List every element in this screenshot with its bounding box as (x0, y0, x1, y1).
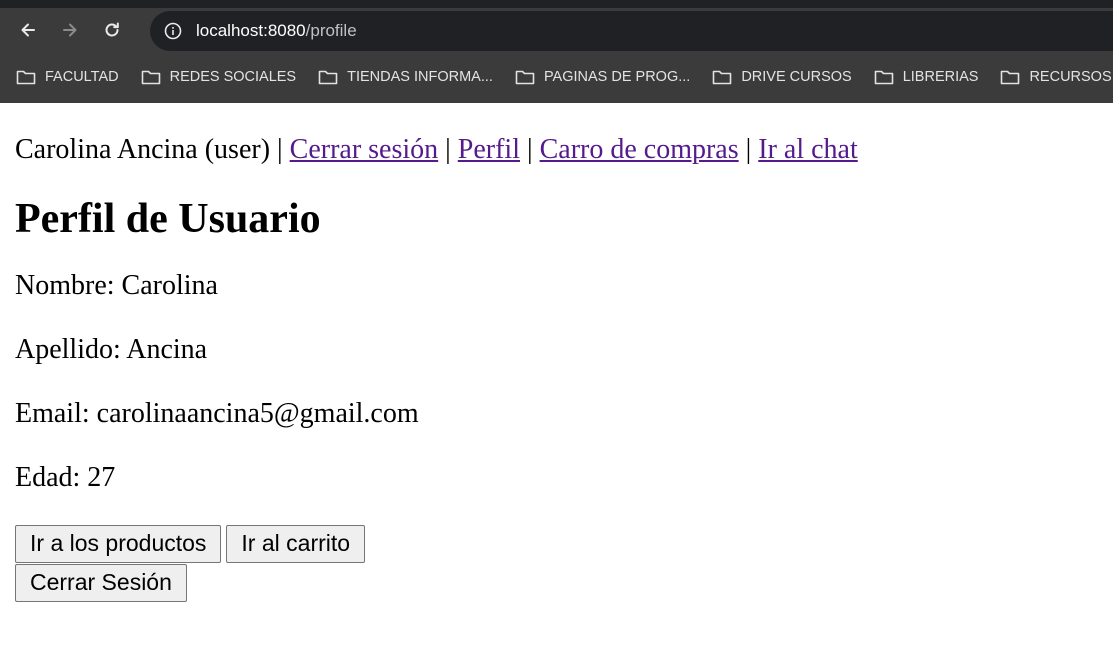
folder-icon (16, 70, 36, 85)
arrow-right-icon (63, 23, 77, 37)
folder-icon (1001, 70, 1020, 85)
top-nav: Carolina Ancina (user) | Cerrar sesión |… (15, 133, 1098, 167)
profile-link[interactable]: Perfil (458, 134, 520, 165)
logout-button[interactable]: Cerrar Sesión (15, 564, 187, 602)
bookmark-folder[interactable]: DRIVE CURSOS (712, 69, 852, 85)
bookmark-label: REDES SOCIALES (169, 69, 297, 85)
bookmark-folder[interactable]: FACULTAD (16, 69, 119, 85)
tab-strip (0, 0, 1113, 8)
go-to-products-button[interactable]: Ir a los productos (15, 525, 222, 563)
bookmarks-bar: FACULTAD REDES SOCIALES TIENDAS INFORMA.… (0, 61, 1113, 93)
cart-link[interactable]: Carro de compras (540, 134, 739, 165)
profile-nombre: Nombre: Carolina (15, 270, 218, 301)
profile-apellido: Apellido: Ancina (15, 334, 208, 365)
folder-icon (318, 70, 338, 85)
page-title: Perfil de Usuario (15, 196, 321, 242)
url-text[interactable]: localhost:8080/profile (196, 21, 357, 41)
page-content: Carolina Ancina (user) | Cerrar sesión |… (0, 133, 1113, 602)
address-bar[interactable]: localhost:8080/profile (150, 11, 1113, 51)
bookmark-label: TIENDAS INFORMA... (347, 69, 493, 85)
folder-icon (141, 70, 160, 85)
arrow-left-icon (21, 23, 35, 37)
chat-link[interactable]: Ir al chat (758, 134, 858, 165)
nav-separator: | (445, 134, 451, 165)
bookmark-folder[interactable]: TIENDAS INFORMA... (318, 69, 493, 85)
button-row: Ir a los productos Ir al carrito (15, 525, 1098, 563)
nav-separator: | (526, 134, 533, 165)
bookmark-label: DRIVE CURSOS (741, 69, 852, 85)
back-button[interactable] (10, 12, 46, 48)
bookmark-label: FACULTAD (45, 69, 119, 85)
browser-chrome: localhost:8080/profile FACULTAD REDES SO… (0, 0, 1113, 103)
nav-separator: | (745, 134, 752, 165)
reload-icon (105, 22, 119, 37)
bookmark-label: PAGINAS DE PROG... (543, 69, 691, 85)
bookmark-folder[interactable]: RECURSOS WEB (1000, 69, 1113, 85)
bookmark-folder[interactable]: PAGINAS DE PROG... (515, 69, 690, 85)
forward-button[interactable] (52, 12, 88, 48)
bookmark-folder[interactable]: REDES SOCIALES (141, 69, 297, 85)
site-info-icon[interactable] (162, 20, 184, 42)
folder-icon (874, 70, 894, 85)
nav-separator: | (277, 134, 283, 165)
profile-email: Email: carolinaancina5@gmail.com (15, 398, 419, 429)
logout-link[interactable]: Cerrar sesión (290, 134, 439, 165)
bookmark-label: RECURSOS WEB (1029, 69, 1113, 85)
folder-icon (713, 70, 732, 85)
button-row: Cerrar Sesión (15, 564, 1098, 602)
profile-edad: Edad: 27 (15, 462, 116, 493)
folder-icon (515, 70, 535, 85)
url-path: /profile (305, 21, 357, 40)
bookmark-label: LIBRERIAS (902, 69, 979, 85)
reload-button[interactable] (94, 12, 130, 48)
bookmark-folder[interactable]: LIBRERIAS (874, 69, 979, 85)
user-label: Carolina Ancina (user) (15, 134, 271, 165)
url-host: localhost:8080 (196, 21, 306, 40)
go-to-cart-button[interactable]: Ir al carrito (226, 525, 366, 563)
